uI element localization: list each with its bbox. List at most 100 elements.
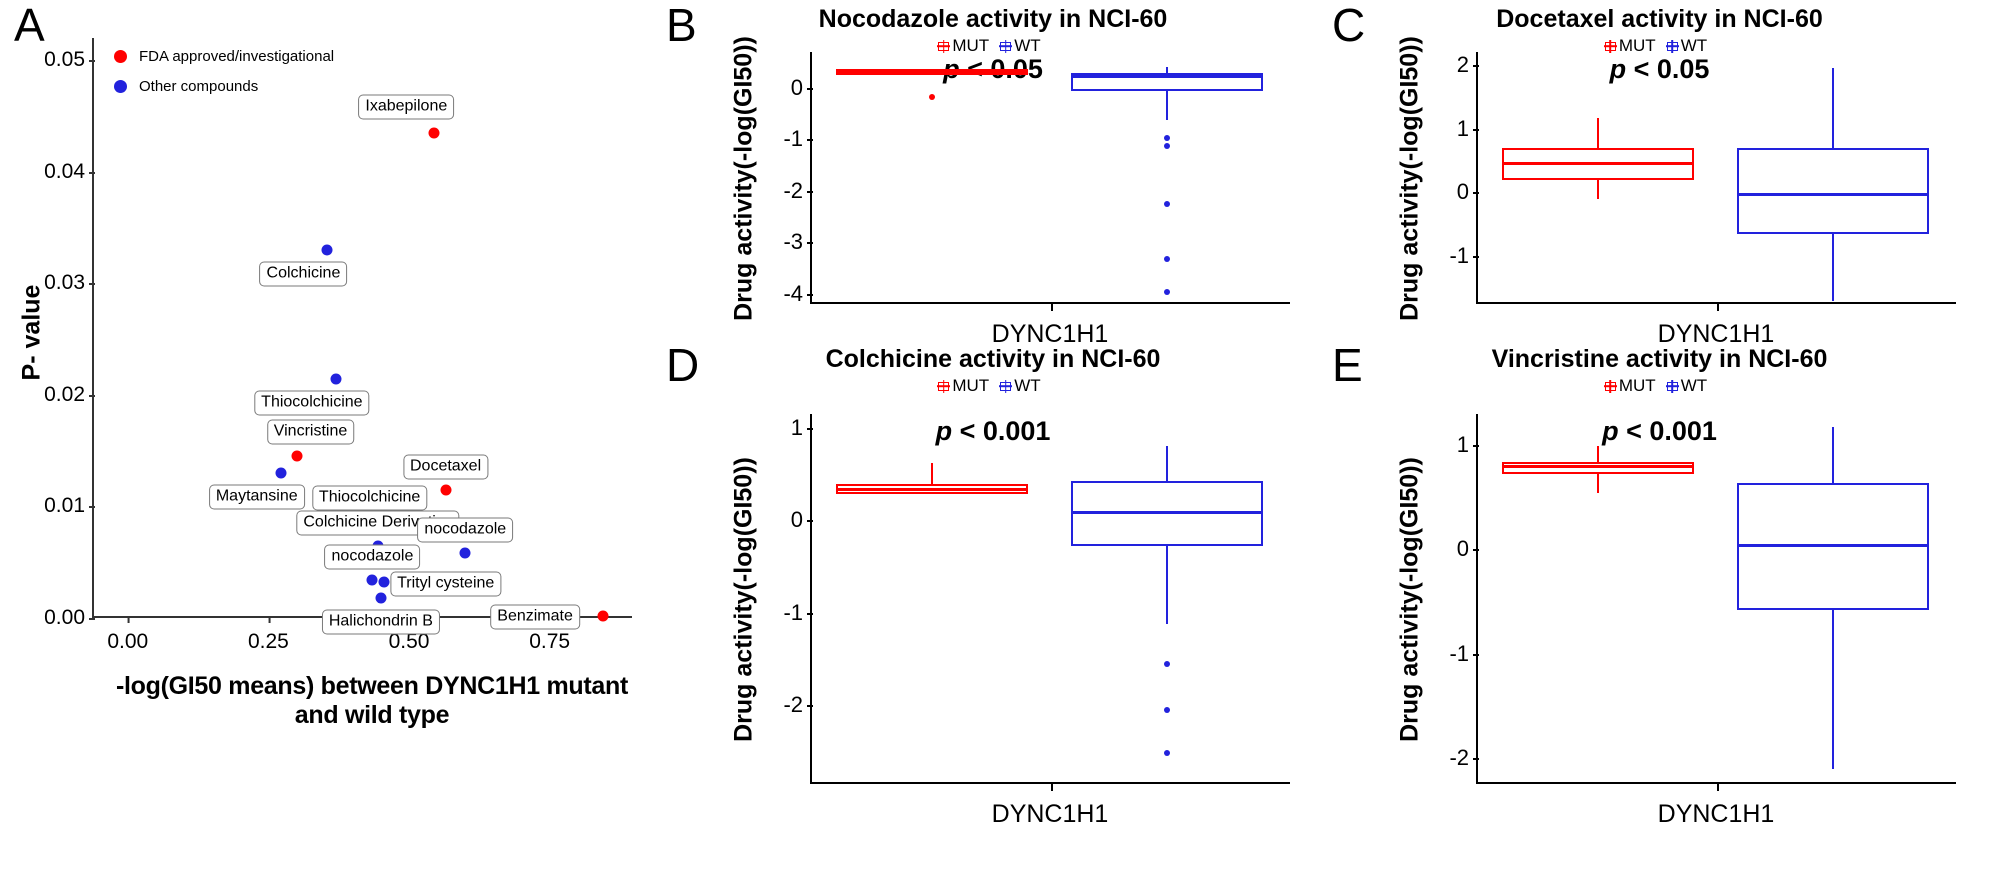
panel-d-y-tick: 1	[791, 415, 814, 441]
panel-b-plot-area: 0 -1 -2 -3 -4	[783, 52, 1290, 311]
median-line-wt	[1737, 543, 1930, 547]
legend-box-glyph-mut-icon	[936, 379, 951, 393]
panel-a-x-tick: 0.00	[107, 616, 148, 654]
panel-a-y-tick: 0.04	[44, 160, 95, 184]
outlier-point-wt	[1164, 200, 1171, 207]
legend-box-glyph-wt-icon	[1665, 379, 1680, 393]
panel-b-x-tick-mark	[1051, 304, 1053, 311]
panel-b-y-tick: -3	[783, 229, 813, 255]
panel-c-plot-area: 2 1 0 -1	[1449, 52, 1956, 311]
outlier-point-wt	[1164, 255, 1171, 262]
whisker-lower-mut	[1597, 180, 1599, 200]
median-line-wt	[1071, 75, 1264, 79]
legend-label-other: Other compounds	[139, 78, 259, 95]
legend-label-fda: FDA approved/investigational	[139, 48, 335, 65]
whisker-lower-mut	[1597, 474, 1599, 494]
panel-e-y-tick: 0	[1457, 536, 1480, 562]
median-line-mut	[1502, 464, 1694, 468]
whisker-upper-wt	[1832, 67, 1835, 148]
outlier-point-wt	[1164, 750, 1171, 757]
panel-e-y-tick: -1	[1449, 641, 1479, 667]
scatter-point	[597, 610, 609, 622]
legend-box-glyph-wt-icon	[1665, 39, 1680, 53]
median-line-mut	[1502, 161, 1694, 165]
outlier-point-mut	[929, 93, 935, 100]
panel-d-boxplot: D Colchicine activity in NCI-60 MUT WT p < 0…	[660, 340, 1326, 876]
panel-a-y-tick: 0.00	[44, 606, 95, 630]
panel-letter-a: A	[14, 0, 45, 51]
box-wt	[1737, 147, 1930, 235]
panel-d-title: Colchicine activity in NCI-60	[825, 345, 1161, 373]
scatter-point-label: Ixabepilone	[358, 94, 455, 120]
panel-b-y-tick: -4	[783, 281, 813, 307]
panel-a-y-tick: 0.05	[44, 48, 95, 72]
panel-a-y-tick: 0.02	[44, 383, 95, 407]
median-line-wt	[1071, 511, 1264, 515]
scatter-point-label: Thiocolchicine	[311, 485, 428, 511]
scatter-point-label: Docetaxel	[402, 454, 489, 480]
legend-dot-blue-icon	[114, 80, 127, 93]
scatter-point	[275, 467, 287, 479]
panel-c-y-axis-title: Drug activity(-log(GI50))	[1395, 36, 1424, 321]
outlier-point-wt	[1164, 707, 1171, 713]
panel-e-legend: MUT WT	[1326, 376, 1993, 396]
panel-c-boxplot: C Docetaxel activity in NCI-60 MUT WT p < 0.…	[1326, 0, 1993, 348]
median-line-mut	[836, 70, 1028, 74]
panel-a-legend: FDA approved/investigational Other compo…	[114, 48, 334, 108]
panel-d-y-tick: -2	[783, 692, 813, 718]
scatter-point	[375, 592, 387, 604]
scatter-point	[440, 484, 452, 496]
scatter-point	[366, 574, 378, 586]
panel-c-y-tick: 2	[1457, 52, 1480, 78]
whisker-upper-wt	[1166, 446, 1169, 481]
panel-b-y-tick: -1	[783, 126, 813, 152]
panel-b-boxplot: B Nocodazole activity in NCI-60 MUT WT p < 0…	[660, 0, 1326, 348]
legend-label-mut: MUT	[952, 376, 990, 395]
panel-e-y-tick: 1	[1457, 432, 1480, 458]
scatter-point-label: Vincristine	[266, 419, 355, 445]
whisker-upper-wt	[1166, 67, 1169, 73]
legend-label-mut: MUT	[1618, 376, 1656, 395]
panel-d-y-tick: 0	[791, 507, 814, 533]
panel-e-y-axis-title: Drug activity(-log(GI50))	[1395, 457, 1424, 742]
panel-c-y-tick: 1	[1457, 116, 1480, 142]
outlier-point-wt	[1164, 660, 1171, 667]
scatter-point-label: Trityl cysteine	[390, 571, 502, 597]
scatter-point	[428, 127, 440, 139]
panel-a-x-tick: 0.25	[248, 616, 289, 654]
scatter-point-label: nocodazole	[324, 544, 421, 570]
panel-c-x-tick-mark	[1717, 304, 1719, 311]
panel-e-x-tick-mark	[1717, 784, 1719, 791]
legend-box-glyph-mut-icon	[936, 39, 951, 53]
legend-box-glyph-mut-icon	[1603, 379, 1618, 393]
panel-d-x-axis-title: DYNC1H1	[991, 800, 1109, 828]
panel-e-title: Vincristine activity in NCI-60	[1491, 345, 1828, 373]
legend-dot-red-icon	[114, 50, 127, 63]
legend-item-other: Other compounds	[114, 78, 334, 95]
scatter-point	[378, 576, 390, 588]
whisker-lower-wt	[1166, 546, 1169, 624]
legend-box-glyph-wt-icon	[998, 379, 1013, 393]
panel-a-scatter: A FDA approved/investigational Other com…	[0, 0, 660, 876]
legend-label-wt: WT	[1014, 376, 1041, 395]
legend-item-fda: FDA approved/investigational	[114, 48, 334, 65]
panel-a-y-tick: 0.03	[44, 271, 95, 295]
outlier-point-wt	[1164, 142, 1171, 149]
panel-b-title: Nocodazole activity in NCI-60	[818, 5, 1168, 33]
panel-d-y-axis-title: Drug activity(-log(GI50))	[729, 457, 758, 742]
panel-b-y-tick: 0	[791, 75, 814, 101]
panel-b-y-tick: -2	[783, 178, 813, 204]
panel-a-plot-area: FDA approved/investigational Other compo…	[44, 38, 632, 653]
legend-label-wt: WT	[1680, 376, 1708, 395]
scatter-point	[291, 450, 302, 462]
median-line-wt	[1737, 192, 1930, 196]
scatter-point-label: Maytansine	[208, 484, 305, 510]
whisker-lower-wt	[1166, 91, 1169, 121]
panel-c-y-tick: -1	[1449, 243, 1479, 269]
panel-a-y-tick: 0.01	[44, 494, 95, 518]
panel-d-legend: MUT WT	[660, 376, 1326, 396]
panel-e-y-tick: -2	[1449, 745, 1479, 771]
scatter-point-label: Colchicine	[259, 261, 348, 287]
whisker-upper-wt	[1832, 426, 1835, 483]
scatter-point-label: Thiocolchicine	[254, 390, 370, 416]
